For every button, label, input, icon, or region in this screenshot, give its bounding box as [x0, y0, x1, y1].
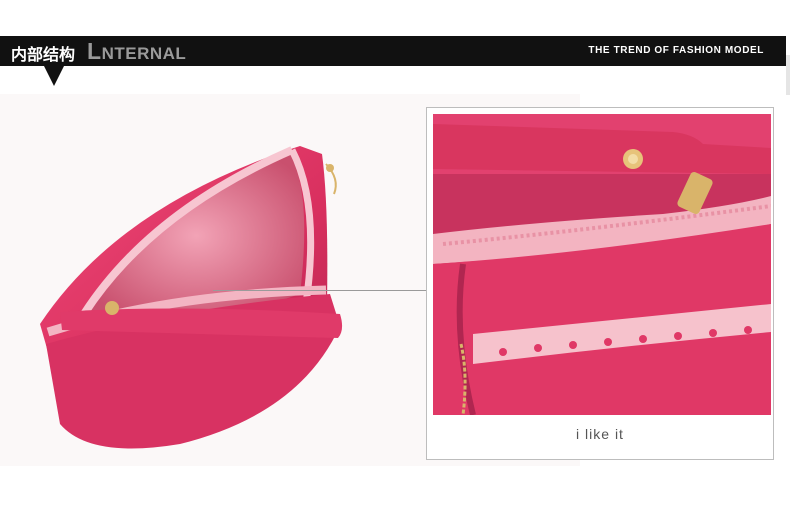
header-tagline: THE TREND OF FASHION MODEL [588, 45, 764, 56]
section-title-rest: NTERNAL [101, 44, 187, 63]
product-photo-closeup [433, 114, 771, 415]
section-title-english: LNTERNAL [87, 38, 186, 65]
detail-caption: i like it [576, 426, 624, 442]
header-banner: 内部结构 LNTERNAL THE TREND OF FASHION MODEL [0, 36, 786, 66]
section-title-initial: L [87, 38, 102, 64]
banner-pointer-icon [44, 66, 64, 86]
callout-line [213, 290, 426, 291]
scrollbar[interactable] [786, 55, 790, 95]
detail-frame: i like it [426, 107, 774, 460]
section-title-chinese: 内部结构 [11, 45, 76, 64]
